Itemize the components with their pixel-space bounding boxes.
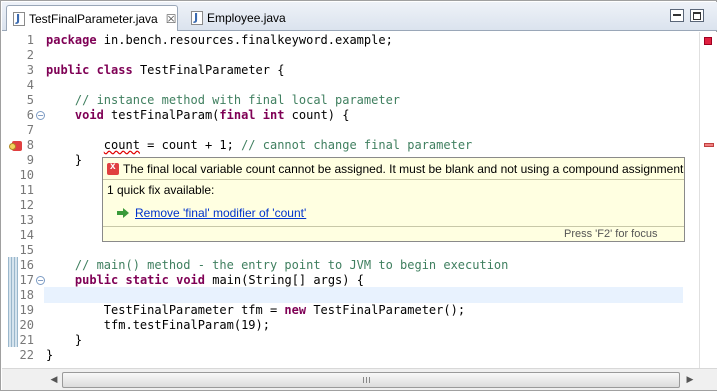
line-number: 21 <box>19 333 34 347</box>
overview-ruler[interactable] <box>699 32 717 368</box>
code-text: count = count + 1; // cannot change fina… <box>103 138 473 152</box>
line-number: 14 <box>19 228 34 242</box>
focus-hint: Press 'F2' for focus <box>564 228 658 240</box>
line-number: 17 <box>19 273 34 287</box>
code-line: 20 tfm.testFinalParam(19); <box>10 318 683 333</box>
code-line: 21 } <box>10 333 683 348</box>
code-line: 18 <box>10 288 683 303</box>
quick-fix-item[interactable]: Remove 'final' modifier of 'count' <box>117 206 306 220</box>
line-number: 9 <box>26 153 34 167</box>
line-number: 6 <box>26 108 34 122</box>
code-line: 5 // instance method with final local pa… <box>10 93 683 108</box>
line-number: 15 <box>19 243 34 257</box>
code-line: 7 <box>10 123 683 138</box>
editor-window: TestFinalParameter.java ☒ Employee.java … <box>0 0 717 391</box>
line-number: 1 <box>26 33 34 47</box>
fold-collapse-icon[interactable]: − <box>36 276 45 285</box>
code-line: 16 // main() method - the entry point to… <box>10 258 683 273</box>
code-line: 4 <box>10 78 683 93</box>
arrow-right-icon <box>117 208 129 218</box>
code-text: package in.bench.resources.finalkeyword.… <box>46 33 393 47</box>
error-marker[interactable] <box>704 143 714 147</box>
horizontal-scrollbar[interactable]: ◀ ▶ <box>2 368 717 390</box>
remove-final-link[interactable]: Remove 'final' modifier of 'count' <box>135 206 306 220</box>
line-number: 2 <box>26 48 34 62</box>
tab-testfinalparameter[interactable]: TestFinalParameter.java ☒ <box>6 5 178 31</box>
error-message: The final local variable count cannot be… <box>107 160 683 178</box>
line-number: 20 <box>19 318 34 332</box>
scrollbar-thumb[interactable] <box>62 372 680 388</box>
line-number: 3 <box>26 63 34 77</box>
code-line: 19 TestFinalParameter tfm = new TestFina… <box>10 303 683 318</box>
scroll-left-icon[interactable]: ◀ <box>46 372 62 388</box>
tab-label: Employee.java <box>207 11 286 25</box>
line-number: 4 <box>26 78 34 92</box>
close-icon[interactable]: ☒ <box>166 12 177 26</box>
code-text: public static void main(String[] args) { <box>74 273 364 287</box>
popup-divider <box>103 179 684 180</box>
line-number: 8 <box>26 138 34 152</box>
code-line: 8 count = count + 1; // cannot change fi… <box>9 138 683 153</box>
editor-tab-bar: TestFinalParameter.java ☒ Employee.java <box>2 2 717 31</box>
java-file-icon <box>191 11 203 25</box>
code-line: 17− public static void main(String[] arg… <box>10 273 683 288</box>
code-text: } <box>46 348 54 362</box>
fold-collapse-icon[interactable]: − <box>36 111 45 120</box>
error-icon <box>107 161 119 175</box>
line-number: 7 <box>26 123 34 137</box>
line-number: 18 <box>19 288 34 302</box>
java-file-icon <box>13 11 25 26</box>
grip-icon <box>363 377 371 383</box>
line-number: 12 <box>19 198 34 212</box>
code-line: 15 <box>10 243 683 258</box>
line-number: 10 <box>19 168 34 182</box>
popup-divider <box>103 226 684 227</box>
code-text: } <box>46 153 83 167</box>
code-text: TestFinalParameter tfm = new TestFinalPa… <box>46 303 466 317</box>
code-line: 2 <box>10 48 683 63</box>
line-number: 5 <box>26 93 34 107</box>
error-message-text: The final local variable count cannot be… <box>123 162 684 176</box>
code-line: 6− void testFinalParam(final int count) … <box>10 108 683 123</box>
tab-employee[interactable]: Employee.java <box>185 5 320 31</box>
code-line: 22} <box>10 348 683 363</box>
code-text: // instance method with final local para… <box>74 93 401 107</box>
code-text: // main() method - the entry point to JV… <box>74 258 509 272</box>
line-number: 11 <box>19 183 34 197</box>
code-text: public class TestFinalParameter { <box>46 63 285 77</box>
error-summary-icon[interactable] <box>704 37 712 45</box>
line-number: 19 <box>19 303 34 317</box>
line-number: 22 <box>19 348 34 362</box>
line-number: 16 <box>19 258 34 272</box>
code-text: } <box>46 333 83 347</box>
quick-fix-popup: The final local variable count cannot be… <box>102 157 685 242</box>
code-line: 3 public class TestFinalParameter { <box>10 63 683 78</box>
maximize-icon[interactable] <box>690 9 704 22</box>
quick-fix-count: 1 quick fix available: <box>107 183 215 197</box>
code-text: tfm.testFinalParam(19); <box>46 318 270 332</box>
tab-label: TestFinalParameter.java <box>29 11 158 26</box>
scroll-right-icon[interactable]: ▶ <box>682 372 698 388</box>
code-line: 1 package in.bench.resources.finalkeyword… <box>10 33 683 48</box>
minimize-icon[interactable] <box>670 9 684 22</box>
code-text: void testFinalParam(final int count) { <box>74 108 350 122</box>
line-number: 13 <box>19 213 34 227</box>
